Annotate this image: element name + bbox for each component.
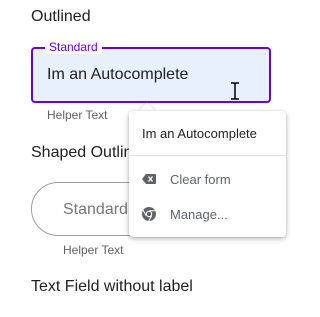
manage-label: Manage...	[170, 207, 228, 222]
shaped-helper-text: Helper Text	[63, 243, 124, 257]
outlined-helper-text: Helper Text	[47, 108, 108, 122]
nolabel-section-title: Text Field without label	[31, 278, 193, 295]
manage-action[interactable]: Manage...	[129, 200, 286, 228]
shaped-field-placeholder: Standard	[63, 201, 128, 218]
autocomplete-popup: Im an Autocomplete Clear form Manage...	[129, 111, 286, 237]
outlined-section-title: Outlined	[31, 8, 91, 25]
chrome-icon	[142, 207, 156, 222]
outlined-field-value: Im an Autocomplete	[47, 66, 189, 83]
outlined-text-field[interactable]: Standard Im an Autocomplete	[31, 40, 271, 103]
autocomplete-suggestion[interactable]: Im an Autocomplete	[142, 126, 257, 142]
clear-form-label: Clear form	[170, 172, 231, 187]
clear-form-action[interactable]: Clear form	[129, 165, 286, 193]
backspace-icon	[142, 174, 156, 184]
outlined-field-label: Standard	[45, 40, 102, 54]
text-cursor-icon	[231, 82, 239, 100]
popup-divider	[129, 155, 286, 156]
